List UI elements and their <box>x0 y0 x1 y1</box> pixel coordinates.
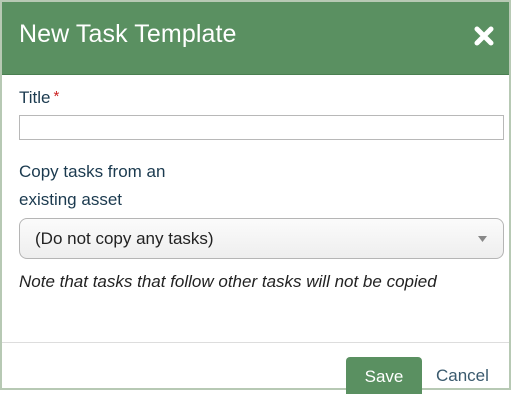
dialog-header: New Task Template <box>2 2 509 75</box>
footer-divider <box>2 342 509 343</box>
title-input[interactable] <box>19 115 504 140</box>
copy-tasks-selected-value: (Do not copy any tasks) <box>35 229 214 248</box>
close-button[interactable] <box>470 22 498 50</box>
new-task-template-dialog: New Task Template Title * Copy tasks from… <box>0 0 511 394</box>
copy-tasks-select[interactable]: (Do not copy any tasks) <box>19 218 504 259</box>
title-label-text: Title <box>19 88 51 107</box>
save-button[interactable]: Save <box>346 357 422 394</box>
required-mark: * <box>53 88 60 105</box>
close-icon <box>474 26 494 46</box>
copy-note: Note that tasks that follow other tasks … <box>19 272 437 291</box>
copy-tasks-label-line2: existing asset <box>19 190 122 209</box>
cancel-link[interactable]: Cancel <box>436 366 489 386</box>
dialog-title: New Task Template <box>19 20 237 48</box>
chevron-down-icon <box>478 236 487 242</box>
title-label: Title * <box>19 88 59 108</box>
copy-tasks-label-line1: Copy tasks from an <box>19 162 166 181</box>
